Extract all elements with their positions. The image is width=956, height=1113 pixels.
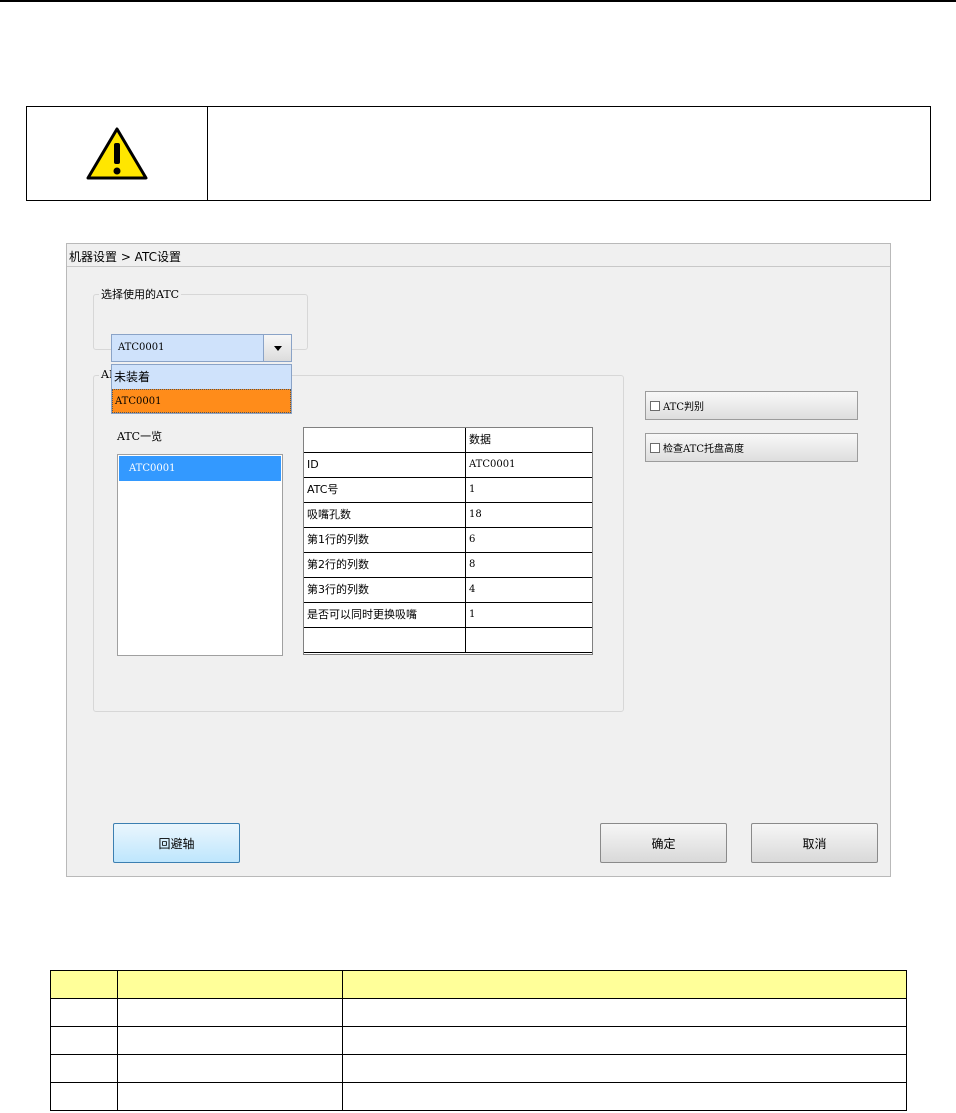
table-cell — [342, 1082, 907, 1111]
atc-combo[interactable]: ATC0001 — [111, 334, 292, 362]
table-row[interactable]: 第3行的列数 4 — [304, 578, 592, 603]
cancel-button[interactable]: 取消 — [751, 823, 878, 863]
table-row[interactable]: 第2行的列数 8 — [304, 553, 592, 578]
table-cell — [117, 1026, 343, 1055]
grid-key-cell: ID — [304, 453, 466, 477]
table-cell — [50, 1082, 118, 1111]
atc-list-label: ATC一览 — [117, 430, 163, 443]
breadcrumb: 机器设置 > ATC设置 — [69, 250, 181, 264]
atc-combo-value: ATC0001 — [118, 342, 165, 353]
table-cell — [342, 970, 907, 999]
checkbox-icon[interactable] — [650, 442, 660, 453]
atc-identify-checkbox[interactable]: ATC判别 — [645, 391, 858, 420]
check-tray-height-label: 检查ATC托盘高度 — [663, 444, 744, 455]
table-row[interactable]: ID ATC0001 — [304, 453, 592, 478]
list-item[interactable]: ATC0001 — [119, 456, 281, 481]
chevron-down-icon — [273, 345, 282, 351]
table-cell — [117, 1054, 343, 1083]
table-row[interactable] — [304, 628, 592, 653]
grid-key-cell: 第2行的列数 — [304, 553, 466, 577]
table-cell — [50, 970, 118, 999]
table-cell — [50, 1054, 118, 1083]
dialog-body: 选择使用的ATC ATC0001 未装着 ATC0001 AI ATC一览 AT… — [67, 266, 890, 876]
table-row[interactable]: 吸嘴孔数 18 — [304, 503, 592, 528]
grid-key-cell — [304, 628, 466, 652]
grid-value-cell[interactable]: 1 — [466, 478, 592, 502]
table-row[interactable]: 第1行的列数 6 — [304, 528, 592, 553]
atc-list[interactable]: ATC0001 — [117, 454, 283, 656]
grid-header-row: 数据 — [304, 428, 592, 453]
grid-key-cell: 第3行的列数 — [304, 578, 466, 602]
table-row[interactable]: 是否可以同时更换吸嘴 1 — [304, 603, 592, 628]
table-row — [50, 1082, 907, 1111]
check-tray-height-checkbox[interactable]: 检查ATC托盘高度 — [645, 433, 858, 462]
table-cell — [342, 998, 907, 1027]
grid-value-cell[interactable]: 1 — [466, 603, 592, 627]
grid-value-cell[interactable] — [466, 628, 592, 652]
table-cell — [50, 998, 118, 1027]
table-row — [50, 998, 907, 1027]
atc-dropdown-list[interactable]: 未装着 ATC0001 — [111, 364, 292, 414]
warning-text-cell — [208, 107, 930, 200]
table-cell — [117, 970, 343, 999]
grid-key-cell: 吸嘴孔数 — [304, 503, 466, 527]
table-row — [50, 1054, 907, 1083]
grid-value-cell[interactable]: 18 — [466, 503, 592, 527]
warning-box — [26, 106, 931, 201]
warning-icon — [86, 127, 148, 179]
table-row — [50, 1026, 907, 1055]
top-rule — [0, 0, 956, 2]
table-row[interactable]: ATC号 1 — [304, 478, 592, 503]
table-cell — [117, 1082, 343, 1111]
grid-value-cell[interactable]: ATC0001 — [466, 453, 592, 477]
grid-value-cell[interactable]: 6 — [466, 528, 592, 552]
checkbox-icon[interactable] — [650, 400, 660, 411]
select-atc-group-label: 选择使用的ATC — [99, 286, 182, 302]
grid-key-cell: ATC号 — [304, 478, 466, 502]
grid-key-cell: 是否可以同时更换吸嘴 — [304, 603, 466, 627]
atc-identify-label: ATC判别 — [663, 402, 704, 413]
grid-header-cell: 数据 — [469, 433, 491, 446]
table-cell — [342, 1054, 907, 1083]
dropdown-option-not-installed[interactable]: 未装着 — [112, 365, 291, 389]
grid-key-cell: 第1行的列数 — [304, 528, 466, 552]
atc-settings-dialog: 机器设置 > ATC设置 选择使用的ATC ATC0001 未装着 ATC000… — [66, 243, 891, 877]
grid-value-cell[interactable]: 4 — [466, 578, 592, 602]
table-header-row — [50, 970, 907, 999]
warning-icon-cell — [27, 107, 208, 200]
ok-button[interactable]: 确定 — [600, 823, 727, 863]
table-cell — [117, 998, 343, 1027]
table-cell — [342, 1026, 907, 1055]
dropdown-option-atc0001[interactable]: ATC0001 — [112, 389, 291, 413]
grid-value-cell[interactable]: 8 — [466, 553, 592, 577]
atc-data-grid: 数据 ID ATC0001 ATC号 1 吸嘴孔数 18 第1行的列数 6 第2… — [303, 427, 593, 655]
table-cell — [50, 1026, 118, 1055]
bottom-table — [50, 970, 907, 1111]
grid-header-cell — [304, 428, 466, 452]
dropdown-arrow-button[interactable] — [263, 335, 291, 361]
retract-axis-button[interactable]: 回避轴 — [113, 823, 240, 863]
